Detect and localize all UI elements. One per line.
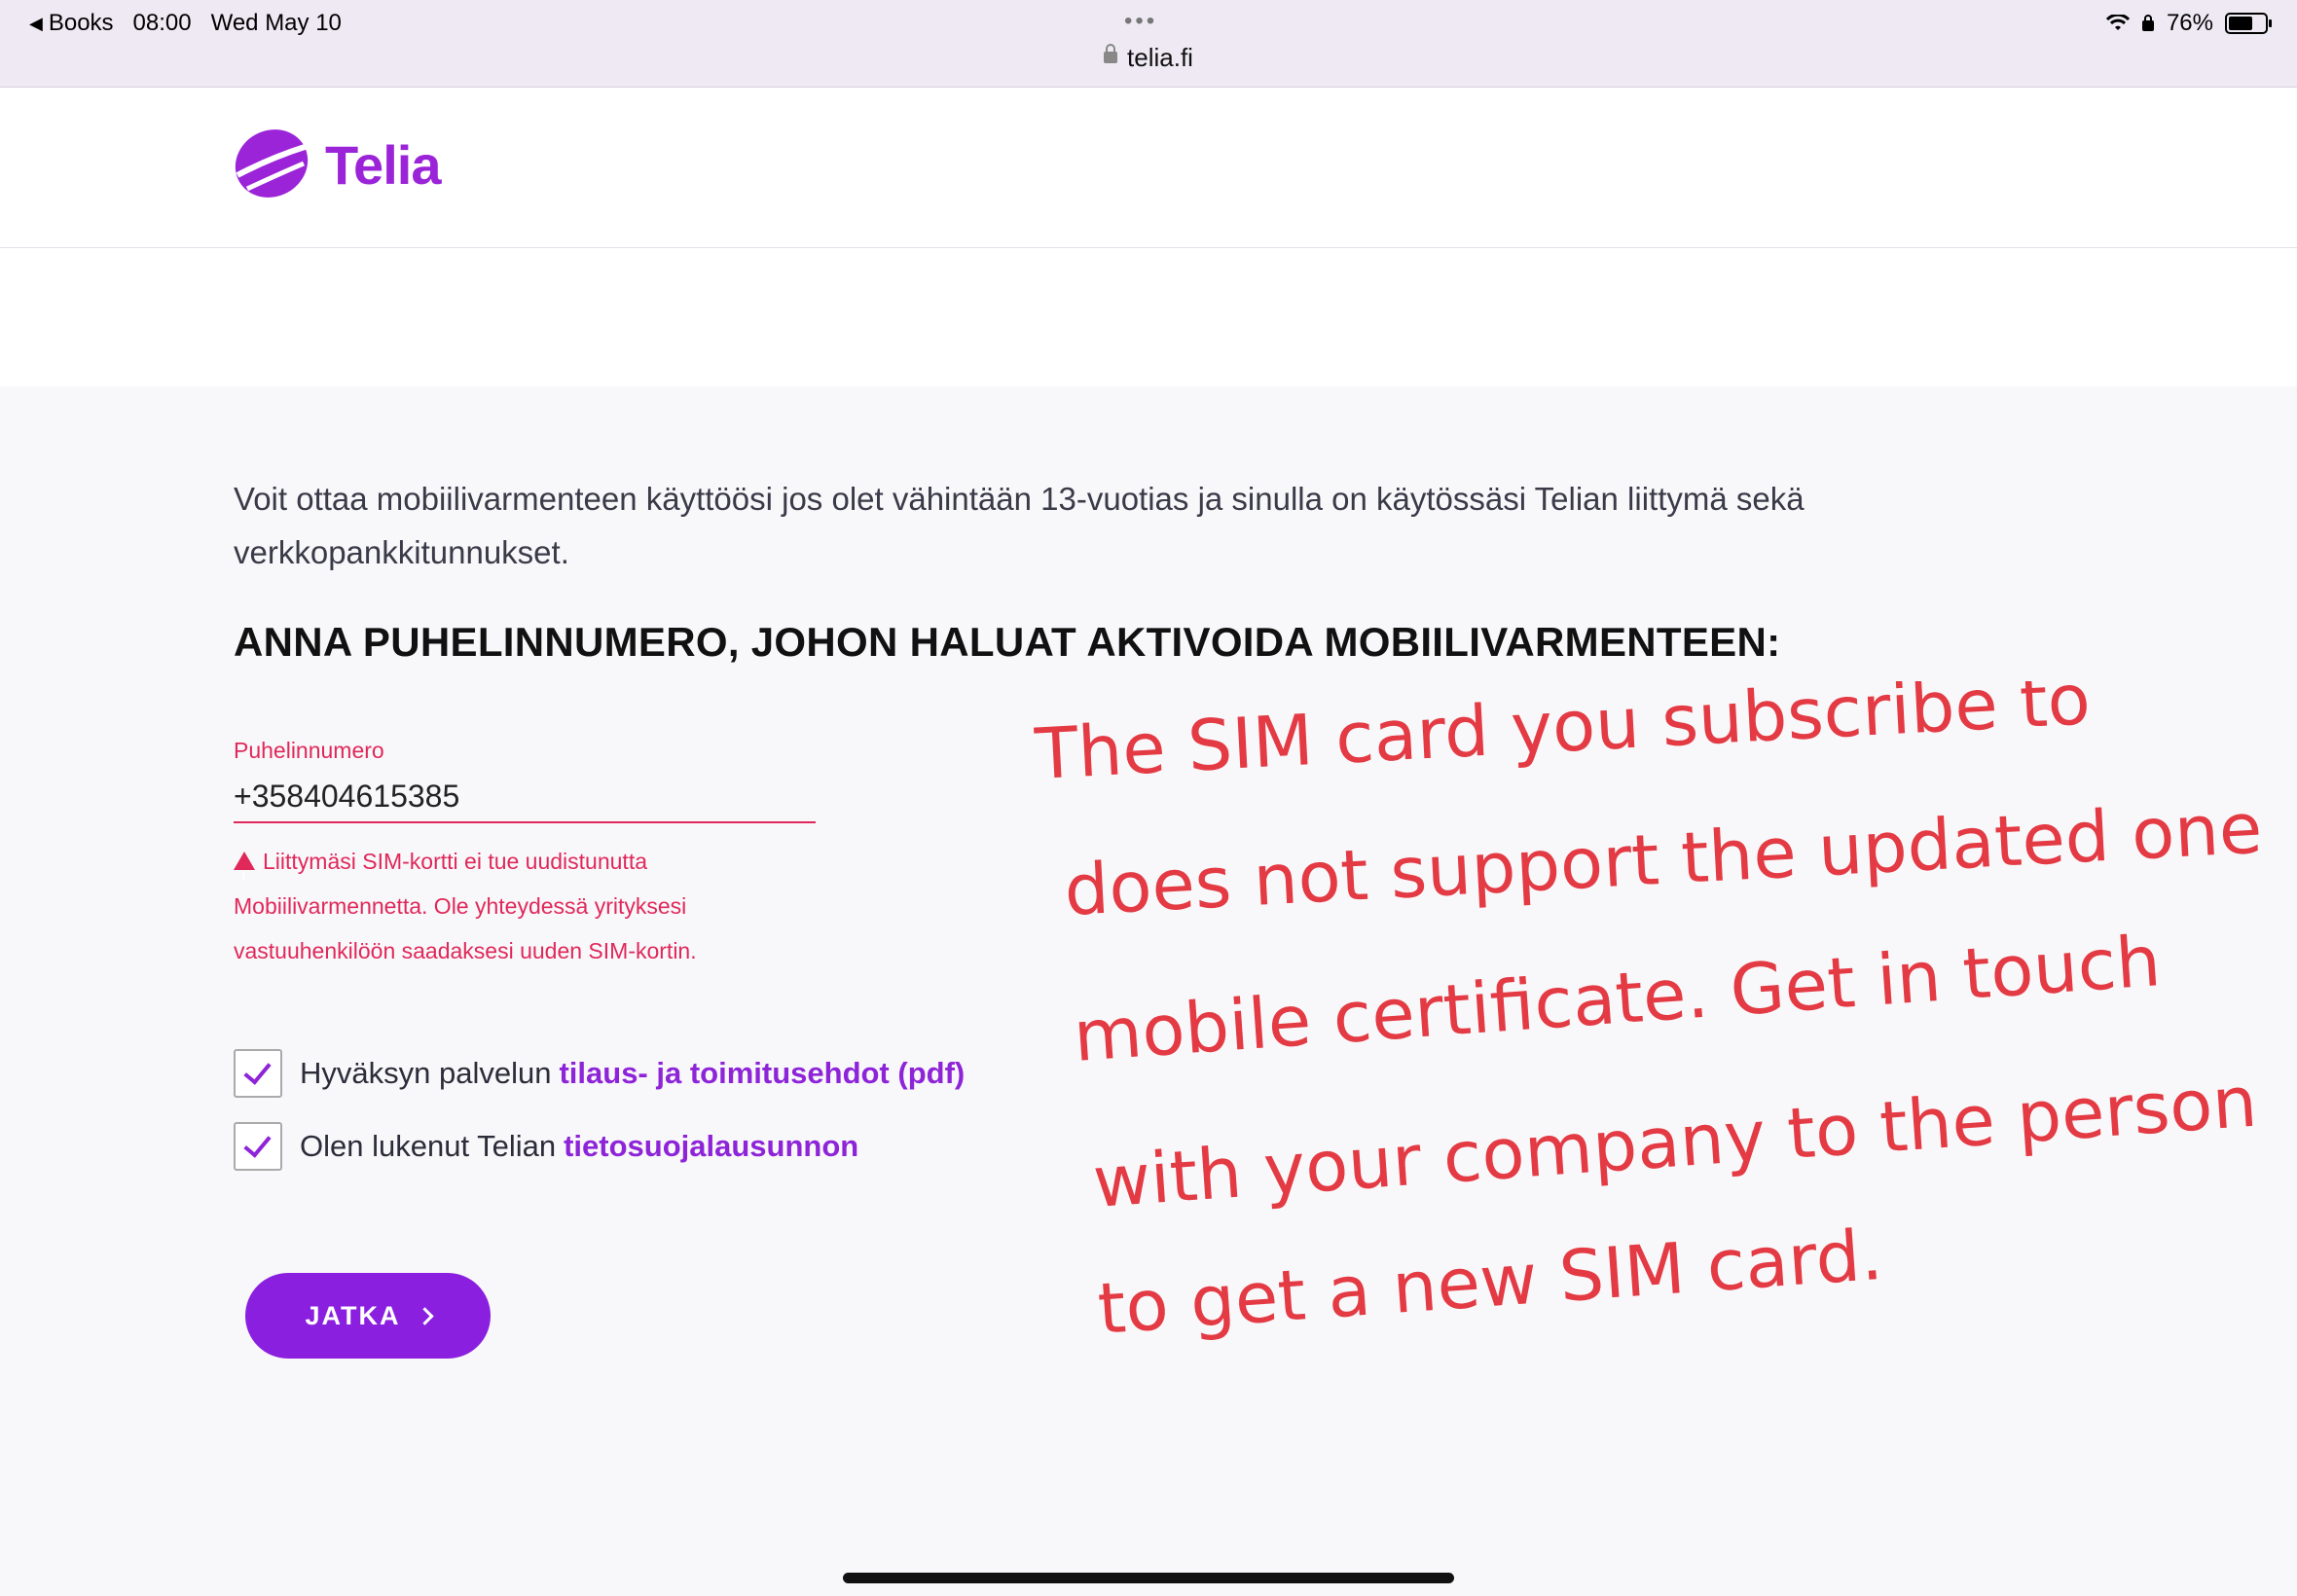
continue-label: JATKA [305,1300,401,1330]
privacy-checkbox-row: Olen lukenut Telian tietosuojalausunnon [234,1122,858,1171]
annotation-line-4: with your company to the person [1090,1061,2259,1223]
terms-checkbox-row: Hyväksyn palvelun tilaus- ja toimitusehd… [234,1049,965,1098]
privacy-link[interactable]: tietosuojalausunnon [564,1129,858,1164]
url-text[interactable]: telia.fi [1127,43,1193,72]
page-heading: ANNA PUHELINNUMERO, JOHON HALUAT AKTIVOI… [234,619,1781,665]
chevron-right-icon [415,1306,434,1325]
battery-fill [2229,17,2253,30]
status-date: Wed May 10 [210,10,342,36]
home-indicator[interactable] [843,1573,1454,1583]
error-text: Liittymäsi SIM-kortti ei tue uudistunutt… [234,849,697,963]
phone-error-message: Liittymäsi SIM-kortti ei tue uudistunutt… [234,839,779,973]
warning-icon [234,852,255,898]
multitasking-dots-icon[interactable]: ••• [1124,8,1157,35]
address-bar[interactable]: telia.fi [0,43,2297,73]
handwritten-annotation: The SIM card you subscribe to does not s… [1032,681,2264,1350]
annotation-line-2: does not support the updated one [1062,787,2264,931]
wifi-icon [2105,15,2130,30]
phone-field-label: Puhelinnumero [234,738,384,763]
status-left: ◀ Books 08:00 Wed May 10 [29,10,342,37]
terms-label: Hyväksyn palvelun [300,1056,552,1090]
lock-icon [1104,44,1118,64]
back-to-app-label[interactable]: Books [49,10,114,37]
intro-text: Voit ottaa mobiilivarmenteen käyttöösi j… [234,481,1805,570]
header-spacer [0,248,2297,386]
status-time: 08:00 [132,10,192,36]
phone-number-input[interactable] [234,771,816,823]
status-bar: ◀ Books 08:00 Wed May 10 ••• 76% telia.f… [0,0,2297,88]
orientation-lock-icon [2141,15,2154,31]
status-right: 76% [2105,10,2272,37]
battery-percent: 76% [2166,10,2213,36]
telia-pebble-icon [235,129,309,198]
privacy-label: Olen lukenut Telian [300,1129,557,1163]
terms-checkbox[interactable] [234,1049,282,1098]
terms-link[interactable]: tilaus- ja toimitusehdot (pdf) [559,1056,965,1091]
battery-icon [2225,13,2272,34]
annotation-line-3: mobile certificate. Get in touch [1071,920,2163,1077]
logo-text: Telia [325,133,441,196]
annotation-line-1: The SIM card you subscribe to [1032,681,2092,795]
continue-button[interactable]: JATKA [245,1273,491,1359]
site-header: Telia [0,88,2297,248]
annotation-line-5: to get a new SIM card. [1095,1214,1884,1350]
telia-logo[interactable]: Telia [232,125,441,204]
privacy-checkbox[interactable] [234,1122,282,1171]
back-arrow-icon[interactable]: ◀ [29,14,43,34]
